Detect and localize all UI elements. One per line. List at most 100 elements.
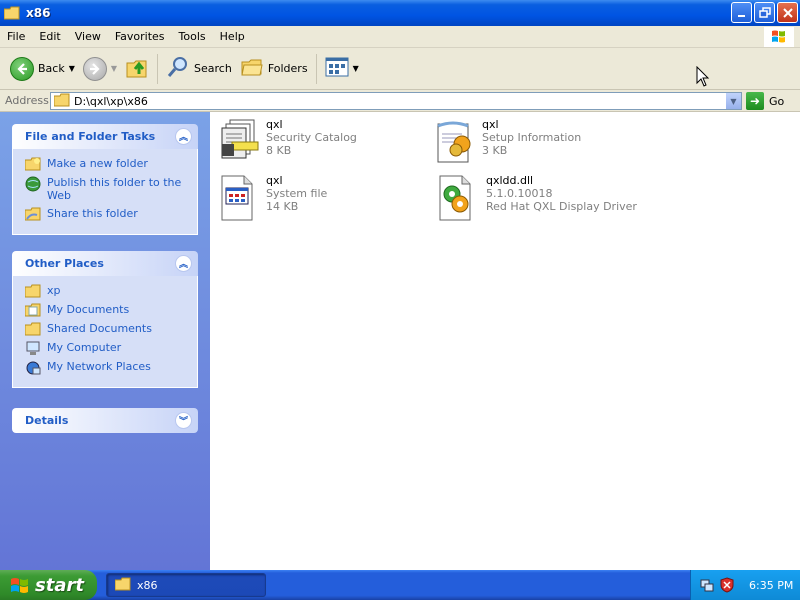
minimize-button[interactable] [731, 2, 752, 23]
menu-help[interactable]: Help [213, 30, 252, 43]
start-label: start [35, 574, 84, 596]
file-list[interactable]: qxl Security Catalog 8 KB qxl Setup Info… [210, 112, 800, 570]
collapse-icon[interactable]: ︽ [175, 128, 192, 145]
file-name: qxl [266, 174, 283, 187]
menu-view[interactable]: View [68, 30, 108, 43]
other-places-header[interactable]: Other Places ︽ [12, 251, 198, 276]
my-documents-icon [24, 303, 41, 317]
back-label: Back [38, 62, 65, 75]
address-bar: Address D:\qxl\xp\x86 ▼ ➜ Go [0, 90, 800, 112]
new-folder-icon [24, 157, 41, 171]
folder-icon [53, 93, 70, 110]
forward-dropdown-icon[interactable]: ▼ [111, 64, 117, 73]
expand-icon[interactable]: ︾ [175, 412, 192, 429]
taskbar: start x86 6:35 PM [0, 570, 800, 600]
place-my-network-places[interactable]: My Network Places [25, 360, 197, 375]
views-dropdown-icon[interactable]: ▼ [353, 64, 359, 73]
forward-button[interactable]: ▼ [79, 51, 121, 87]
menu-bar: File Edit View Favorites Tools Help [0, 26, 800, 48]
restore-button[interactable] [754, 2, 775, 23]
security-shield-icon[interactable] [719, 577, 735, 593]
search-label: Search [194, 62, 232, 75]
back-button[interactable]: Back ▼ [6, 51, 79, 87]
task-label: Share this folder [47, 207, 138, 220]
folder-icon [24, 284, 41, 298]
search-button[interactable]: Search [162, 51, 236, 87]
shared-documents-icon [24, 322, 41, 336]
restore-icon [758, 6, 771, 18]
windows-flag-icon [10, 576, 30, 594]
my-computer-icon [25, 341, 41, 355]
task-label: Make a new folder [47, 157, 148, 170]
network-places-icon [25, 360, 41, 375]
panel-title: Details [25, 414, 69, 427]
file-name: qxl [482, 118, 499, 131]
dll-file-icon [438, 174, 480, 222]
go-button[interactable]: ➜ Go [746, 92, 784, 110]
address-label: Address [5, 94, 49, 107]
title-bar[interactable]: x86 [0, 0, 800, 26]
security-catalog-icon [218, 118, 260, 166]
place-label: My Computer [47, 341, 122, 354]
details-panel: Details ︾ [12, 408, 198, 433]
file-item[interactable]: qxl Setup Information 3 KB [434, 118, 581, 166]
start-button[interactable]: start [0, 570, 97, 600]
setup-information-icon [434, 118, 476, 166]
toolbar-separator [157, 53, 159, 84]
file-item[interactable]: qxl System file 14 KB [218, 174, 327, 222]
forward-arrow-icon [82, 56, 107, 81]
address-dropdown-button[interactable]: ▼ [725, 93, 741, 109]
task-share-folder[interactable]: Share this folder [24, 207, 197, 221]
other-places-panel: Other Places ︽ xp My Documents Shared Do… [12, 251, 198, 388]
file-version: 5.1.0.10018 [486, 187, 553, 200]
file-item[interactable]: qxldd.dll 5.1.0.10018 Red Hat QXL Displa… [438, 174, 637, 222]
panel-title: Other Places [25, 257, 104, 270]
place-label: My Network Places [47, 360, 151, 373]
menu-favorites[interactable]: Favorites [108, 30, 172, 43]
up-folder-button[interactable] [121, 51, 153, 87]
folders-label: Folders [267, 62, 308, 75]
views-button[interactable]: ▼ [321, 51, 363, 87]
mouse-pointer-icon [696, 65, 710, 88]
system-file-icon [218, 174, 260, 222]
place-my-documents[interactable]: My Documents [24, 303, 197, 317]
place-shared-documents[interactable]: Shared Documents [24, 322, 197, 336]
place-xp[interactable]: xp [24, 284, 197, 298]
collapse-icon[interactable]: ︽ [175, 255, 192, 272]
file-folder-tasks-header[interactable]: File and Folder Tasks ︽ [12, 124, 198, 149]
taskbar-window-label: x86 [137, 578, 158, 592]
task-publish-web[interactable]: Publish this folder to the Web [25, 176, 197, 202]
task-new-folder[interactable]: Make a new folder [24, 157, 197, 171]
panel-title: File and Folder Tasks [25, 130, 156, 143]
back-arrow-icon [10, 56, 34, 81]
file-size: 3 KB [482, 144, 508, 157]
window-title: x86 [26, 6, 51, 20]
file-description: Red Hat QXL Display Driver [486, 200, 637, 213]
address-value: D:\qxl\xp\x86 [74, 94, 148, 108]
back-dropdown-icon[interactable]: ▼ [69, 64, 75, 73]
clock: 6:35 PM [749, 578, 794, 592]
file-folder-tasks-panel: File and Folder Tasks ︽ Make a new folde… [12, 124, 198, 235]
file-item[interactable]: qxl Security Catalog 8 KB [218, 118, 357, 166]
task-pane: File and Folder Tasks ︽ Make a new folde… [0, 112, 210, 570]
file-name: qxl [266, 118, 283, 131]
toolbar-separator [315, 53, 317, 84]
globe-icon [25, 176, 41, 192]
file-type: Security Catalog [266, 131, 357, 144]
folders-button[interactable]: Folders [236, 51, 312, 87]
menu-edit[interactable]: Edit [32, 30, 67, 43]
menu-tools[interactable]: Tools [172, 30, 213, 43]
close-button[interactable] [777, 2, 798, 23]
windows-logo-icon [764, 27, 794, 47]
system-tray: 6:35 PM [690, 570, 800, 600]
place-label: My Documents [47, 303, 130, 316]
taskbar-window-button[interactable]: x86 [106, 573, 266, 597]
place-my-computer[interactable]: My Computer [25, 341, 197, 355]
network-tray-icon[interactable] [699, 577, 715, 593]
menu-file[interactable]: File [0, 30, 32, 43]
go-label: Go [769, 94, 785, 108]
file-size: 8 KB [266, 144, 292, 157]
up-folder-icon [125, 55, 149, 82]
details-header[interactable]: Details ︾ [12, 408, 198, 433]
address-input[interactable]: D:\qxl\xp\x86 ▼ [50, 92, 742, 110]
